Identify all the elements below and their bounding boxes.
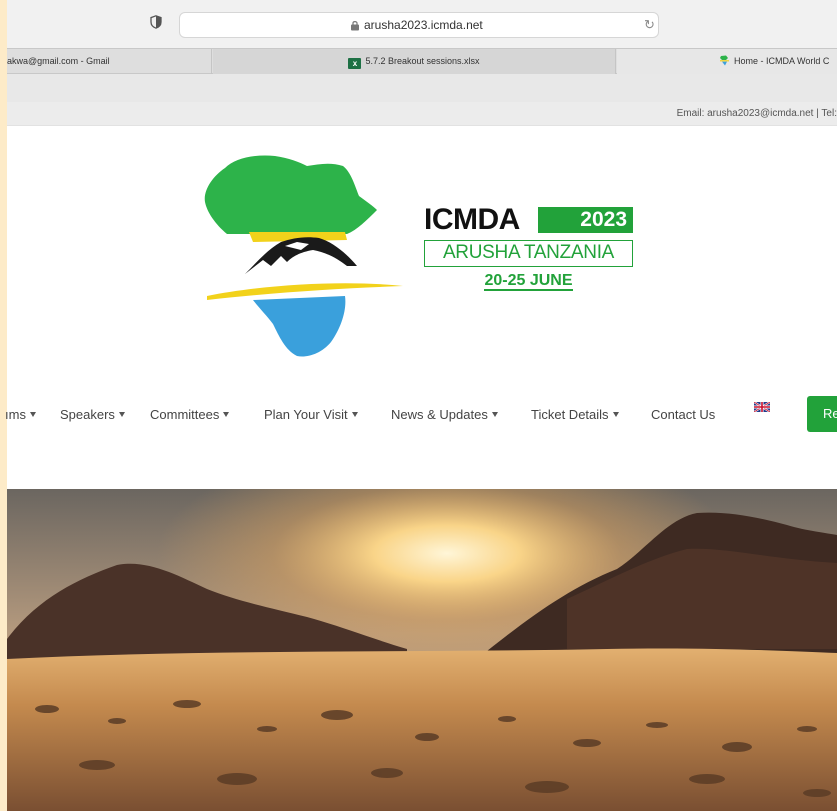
nav-item-speakers[interactable]: Speakers <box>60 407 125 422</box>
chevron-down-icon <box>351 412 358 417</box>
savanna-sunset-image <box>7 489 837 811</box>
lock-icon <box>351 21 359 31</box>
nav-item-news-updates[interactable]: News & Updates <box>391 407 498 422</box>
nav-item-ticket-details[interactable]: Ticket Details <box>531 407 619 422</box>
reload-icon[interactable]: ↻ <box>644 17 655 33</box>
event-logo[interactable]: ICMDA 2023 ARUSHA TANZANIA 20-25 JUNE <box>197 150 647 360</box>
nav-item-label: ıms <box>5 407 26 422</box>
tab-breakout-sessions[interactable]: x 5.7.2 Breakout sessions.xlsx <box>213 49 616 74</box>
contact-topbar: Email: arusha2023@icmda.net | Tel: <box>7 102 837 126</box>
main-navigation: ıms Speakers Committees Plan Your Visit … <box>5 396 837 432</box>
tab-label: akwa@gmail.com - Gmail <box>7 56 110 66</box>
icmda-favicon-icon <box>720 55 729 66</box>
chevron-down-icon <box>491 412 498 417</box>
web-page: Email: arusha2023@icmda.net | Tel: ICMDA… <box>5 102 837 811</box>
africa-map-icon <box>204 155 403 357</box>
hero-image <box>7 489 837 811</box>
nav-item-committees[interactable]: Committees <box>150 407 230 422</box>
window-frame-edge <box>0 0 7 811</box>
nav-item-plan-your-visit[interactable]: Plan Your Visit <box>264 407 358 422</box>
tab-bar: akwa@gmail.com - Gmail x 5.7.2 Breakout s… <box>7 48 837 74</box>
nav-item-label: Plan Your Visit <box>264 407 348 422</box>
chevron-down-icon <box>29 412 36 417</box>
contact-info: Email: arusha2023@icmda.net | Tel: <box>676 108 837 119</box>
nav-item-label: Committees <box>150 407 220 422</box>
browser-toolbar: arusha2023.icmda.net ↻ <box>7 0 837 48</box>
nav-item-programs[interactable]: ıms <box>5 407 36 422</box>
shield-icon[interactable] <box>150 15 162 29</box>
logo-location: ARUSHA TANZANIA <box>424 240 633 267</box>
chevron-down-icon <box>612 412 619 417</box>
nav-item-label: Contact Us <box>651 407 716 422</box>
logo-dates: 20-25 JUNE <box>424 272 633 291</box>
chevron-down-icon <box>223 412 230 417</box>
logo-year: 2023 <box>538 207 633 233</box>
url-text: arusha2023.icmda.net <box>364 18 483 32</box>
tab-gmail[interactable]: akwa@gmail.com - Gmail <box>7 49 212 74</box>
bookmarks-bar <box>7 74 837 102</box>
uk-flag-icon[interactable] <box>754 402 770 412</box>
logo-title: ICMDA 2023 <box>424 203 633 236</box>
chevron-down-icon <box>118 412 125 417</box>
tab-label: Home - ICMDA World C <box>734 56 830 66</box>
tab-icmda-home[interactable]: Home - ICMDA World C <box>617 49 837 74</box>
nav-item-label: Ticket Details <box>531 407 609 422</box>
nav-item-label: News & Updates <box>391 407 488 422</box>
logo-name: ICMDA <box>424 203 520 236</box>
excel-icon: x <box>348 58 362 69</box>
logo-dates-text: 20-25 JUNE <box>484 272 573 291</box>
nav-item-contact-us[interactable]: Contact Us <box>651 407 715 422</box>
register-button[interactable]: Re <box>807 396 837 432</box>
tab-label: 5.7.2 Breakout sessions.xlsx <box>365 56 480 66</box>
address-bar[interactable]: arusha2023.icmda.net ↻ <box>179 12 659 38</box>
nav-item-label: Speakers <box>60 407 115 422</box>
